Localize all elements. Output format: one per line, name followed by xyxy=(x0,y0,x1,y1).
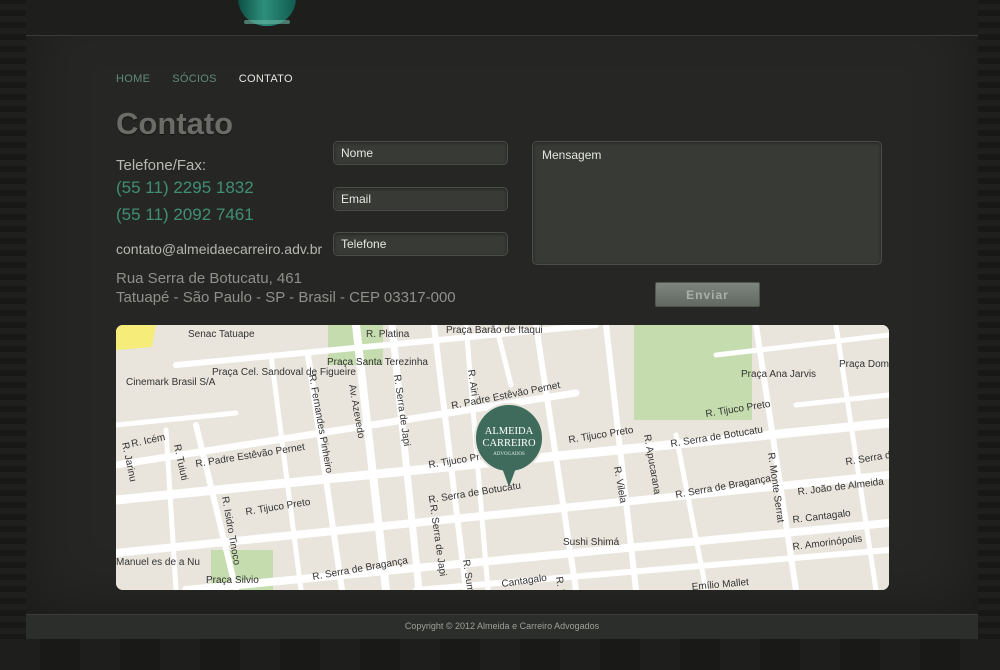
highlight-area xyxy=(116,325,156,350)
page-title: Contato xyxy=(116,106,234,141)
email-field[interactable] xyxy=(333,187,508,211)
marker-line-1: ALMEIDA xyxy=(485,426,534,437)
phone-label: Telefone/Fax: xyxy=(116,157,207,174)
header-bar xyxy=(26,0,978,36)
map-label-ita: R. Ita xyxy=(553,576,567,590)
contact-email: contato@almeidaecarreiro.adv.br xyxy=(116,241,323,257)
content-panel: HOME SÓCIOS CONTATO Contato Telefone/Fax… xyxy=(26,0,978,614)
phone-field[interactable] xyxy=(333,232,508,256)
map-label-sushi: Sushi Shimá xyxy=(563,537,620,548)
map-label-ana-jarvis: Praça Ana Jarvis xyxy=(741,369,816,380)
location-map[interactable]: Senac Tatuape R. Platina Praça Barão de … xyxy=(116,325,889,590)
map-label-senac: Senac Tatuape xyxy=(188,329,255,340)
map-label-manuel: Manuel es de a Nu xyxy=(116,557,200,568)
map-label-silvio: Praça Silvio xyxy=(206,575,259,586)
right-pattern-strip xyxy=(978,0,1000,670)
left-pattern-strip xyxy=(0,0,26,670)
map-canvas[interactable]: Senac Tatuape R. Platina Praça Barão de … xyxy=(116,325,889,590)
address-line-1: Rua Serra de Botucatu, 461 xyxy=(116,270,302,287)
send-button[interactable]: Enviar xyxy=(655,282,760,307)
nav-item-home[interactable]: HOME xyxy=(116,73,150,85)
map-label-sandoval: Praça Cel. Sandoval de Figueire xyxy=(212,367,356,378)
nav-item-socios[interactable]: SÓCIOS xyxy=(172,73,217,85)
main-nav: HOME SÓCIOS CONTATO xyxy=(116,73,293,85)
footer-bar: Copyright © 2012 Almeida e Carreiro Advo… xyxy=(26,614,978,639)
bottom-pattern-strip xyxy=(0,639,1000,670)
name-field[interactable] xyxy=(333,141,508,165)
phone-number-1: (55 11) 2295 1832 xyxy=(116,178,254,197)
message-field[interactable] xyxy=(532,141,882,265)
marker-line-2: CARREIRO xyxy=(482,438,536,449)
map-label-cinemark: Cinemark Brasil S/A xyxy=(126,377,216,388)
map-label-platina: R. Platina xyxy=(366,329,410,340)
phone-number-2: (55 11) 2092 7461 xyxy=(116,205,254,224)
nav-item-contato[interactable]: CONTATO xyxy=(239,73,293,85)
map-label-dom-justino: Praça Dom Justino José Santana xyxy=(839,359,889,370)
marker-line-3: ADVOGADOS xyxy=(493,452,525,457)
footer-copyright: Copyright © 2012 Almeida e Carreiro Advo… xyxy=(404,621,600,631)
address-line-2: Tatuapé - São Paulo - SP - Brasil - CEP … xyxy=(116,289,456,306)
map-label-barao: Praça Barão de Itaqui xyxy=(446,325,543,336)
logo-emblem xyxy=(238,0,296,26)
